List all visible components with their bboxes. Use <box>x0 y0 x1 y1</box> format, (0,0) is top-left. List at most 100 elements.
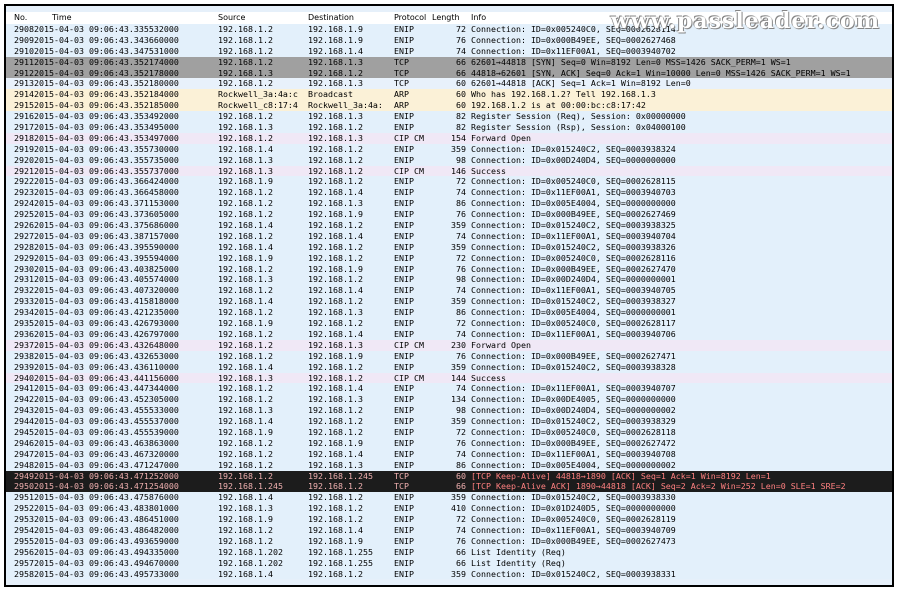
packet-row[interactable]: 2911 2015-04-03 09:06:43.352174000 192.168… <box>6 56 892 68</box>
packet-time: 2015-04-03 09:06:43.467320000 <box>34 448 179 459</box>
packet-info: Connection: ID=0x11EF00A1, SEQ=000394070… <box>471 285 676 296</box>
packet-row[interactable]: 2939 2015-04-03 09:06:43.436110000 192.168… <box>6 361 892 373</box>
packet-source: 192.168.1.3 <box>218 274 273 285</box>
packet-row[interactable]: 2947 2015-04-03 09:06:43.467320000 192.168… <box>6 448 892 460</box>
packet-time: 2015-04-03 09:06:43.486482000 <box>34 524 179 535</box>
packet-row[interactable]: 2935 2015-04-03 09:06:43.426793000 192.168… <box>6 318 892 329</box>
packet-row[interactable]: 2927 2015-04-03 09:06:43.387157000 192.168… <box>6 230 892 242</box>
packet-time: 2015-04-03 09:06:43.347531000 <box>34 45 179 56</box>
packet-destination: 192.168.1.255 <box>308 557 373 568</box>
packet-row[interactable]: 2932 2015-04-03 09:06:43.407320000 192.168… <box>6 285 892 297</box>
packet-no: 2913 <box>14 78 34 89</box>
packet-row[interactable]: 2913 2015-04-03 09:06:43.352180000 192.168… <box>6 78 892 90</box>
packet-row[interactable]: 2946 2015-04-03 09:06:43.463863000 192.168… <box>6 437 892 449</box>
packet-protocol: ENIP <box>394 24 414 34</box>
packet-row[interactable]: 2940 2015-04-03 09:06:43.441156000 192.168… <box>6 372 892 384</box>
column-time[interactable]: Time <box>52 13 72 22</box>
packet-row[interactable]: 2936 2015-04-03 09:06:43.426797000 192.168… <box>6 328 892 340</box>
packet-protocol: ENIP <box>394 437 414 448</box>
packet-row[interactable]: 2909 2015-04-03 09:06:43.343660000 192.168… <box>6 34 892 46</box>
packet-length: 86 <box>456 459 466 470</box>
packet-row[interactable]: 2943 2015-04-03 09:06:43.455533000 192.168… <box>6 405 892 417</box>
packet-row[interactable]: 2952 2015-04-03 09:06:43.483801000 192.168… <box>6 503 892 515</box>
packet-row[interactable]: 2951 2015-04-03 09:06:43.475876000 192.168… <box>6 492 892 504</box>
packet-no: 2908 <box>14 24 34 34</box>
packet-length: 146 <box>451 165 466 176</box>
packet-row[interactable]: 2925 2015-04-03 09:06:43.373605000 192.168… <box>6 209 892 221</box>
packet-destination: 192.168.1.2 <box>308 514 363 525</box>
packet-length: 359 <box>451 143 466 154</box>
packet-source: 192.168.1.202 <box>218 546 283 557</box>
packet-protocol: ENIP <box>394 459 414 470</box>
packet-row[interactable]: 2923 2015-04-03 09:06:43.366458000 192.168… <box>6 187 892 199</box>
packet-info: Connection: ID=0x11EF00A1, SEQ=000394070… <box>471 448 676 459</box>
packet-protocol: ENIP <box>394 394 414 405</box>
packet-row[interactable]: 2914 2015-04-03 09:06:43.352184000 Rockwel… <box>6 89 892 101</box>
packet-time: 2015-04-03 09:06:43.452305000 <box>34 394 179 405</box>
packet-row[interactable]: 2921 2015-04-03 09:06:43.355737000 192.168… <box>6 165 892 177</box>
packet-row[interactable]: 2941 2015-04-03 09:06:43.447344000 192.168… <box>6 383 892 395</box>
packet-row[interactable]: 2954 2015-04-03 09:06:43.486482000 192.168… <box>6 524 892 536</box>
column-source[interactable]: Source <box>218 13 245 22</box>
packet-source: 192.168.1.202 <box>218 557 283 568</box>
packet-destination: 192.168.1.9 <box>308 24 363 34</box>
packet-protocol: TCP <box>394 470 409 481</box>
packet-no: 2928 <box>14 241 34 252</box>
packet-no: 2912 <box>14 67 34 78</box>
packet-protocol: ENIP <box>394 350 414 361</box>
packet-row[interactable]: 2915 2015-04-03 09:06:43.352185000 Rockwel… <box>6 100 892 112</box>
packet-row[interactable]: 2933 2015-04-03 09:06:43.415818000 192.168… <box>6 296 892 308</box>
packet-row[interactable]: 2910 2015-04-03 09:06:43.347531000 192.168… <box>6 45 892 57</box>
packet-info: Forward Open <box>471 132 531 143</box>
packet-row[interactable]: 2938 2015-04-03 09:06:43.432653000 192.168… <box>6 350 892 362</box>
packet-row[interactable]: 2926 2015-04-03 09:06:43.375686000 192.168… <box>6 220 892 231</box>
packet-row[interactable]: 2912 2015-04-03 09:06:43.352178000 192.168… <box>6 67 892 79</box>
packet-time: 2015-04-03 09:06:43.405574000 <box>34 274 179 285</box>
packet-time: 2015-04-03 09:06:43.494670000 <box>34 557 179 568</box>
packet-info: 44818→62601 [SYN, ACK] Seq=0 Ack=1 Win=1… <box>471 67 851 78</box>
column-protocol[interactable]: Protocol <box>394 13 426 22</box>
packet-source: 192.168.1.4 <box>218 361 273 372</box>
packet-no: 2950 <box>14 481 34 492</box>
column-no[interactable]: No. <box>14 13 27 22</box>
packet-protocol: ENIP <box>394 524 414 535</box>
packet-source: 192.168.1.2 <box>218 524 273 535</box>
packet-row[interactable]: 2922 2015-04-03 09:06:43.366424000 192.168… <box>6 176 892 188</box>
column-destination[interactable]: Destination <box>308 13 354 22</box>
packet-row[interactable]: 2917 2015-04-03 09:06:43.353495000 192.168… <box>6 122 892 133</box>
packet-row[interactable]: 2919 2015-04-03 09:06:43.355730000 192.168… <box>6 143 892 155</box>
packet-row[interactable]: 2957 2015-04-03 09:06:43.494670000 192.168… <box>6 557 892 569</box>
packet-row[interactable]: 2924 2015-04-03 09:06:43.371153000 192.168… <box>6 198 892 210</box>
packet-protocol: ENIP <box>394 383 414 394</box>
packet-row[interactable]: 2934 2015-04-03 09:06:43.421235000 192.168… <box>6 307 892 319</box>
column-length[interactable]: Length <box>432 13 460 22</box>
packet-row[interactable]: 2942 2015-04-03 09:06:43.452305000 192.168… <box>6 394 892 406</box>
packet-row[interactable]: 2953 2015-04-03 09:06:43.486451000 192.168… <box>6 514 892 525</box>
packet-time: 2015-04-03 09:06:43.387157000 <box>34 230 179 241</box>
packet-protocol: ENIP <box>394 307 414 318</box>
packet-row[interactable]: 2928 2015-04-03 09:06:43.395590000 192.168… <box>6 241 892 253</box>
packet-protocol: TCP <box>394 56 409 67</box>
packet-row[interactable]: 2918 2015-04-03 09:06:43.353497000 192.168… <box>6 132 892 144</box>
packet-no: 2930 <box>14 263 34 274</box>
packet-row[interactable]: 2945 2015-04-03 09:06:43.455539000 192.168… <box>6 426 892 438</box>
packet-row[interactable]: 2944 2015-04-03 09:06:43.455537000 192.168… <box>6 416 892 427</box>
packet-row[interactable]: 2949 2015-04-03 09:06:43.471252000 192.168… <box>6 470 892 482</box>
packet-destination: 192.168.1.3 <box>308 394 363 405</box>
packet-row[interactable]: 2937 2015-04-03 09:06:43.432648000 192.168… <box>6 339 892 351</box>
packet-source: Rockwell_3a:4a:c <box>218 89 298 100</box>
packet-row[interactable]: 2931 2015-04-03 09:06:43.405574000 192.168… <box>6 274 892 286</box>
packet-time: 2015-04-03 09:06:43.355737000 <box>34 165 179 176</box>
packet-row[interactable]: 2916 2015-04-03 09:06:43.353492000 192.168… <box>6 111 892 123</box>
packet-info: Connection: ID=0x000B49EE, SEQ=000262746… <box>471 34 676 45</box>
packet-row[interactable]: 2948 2015-04-03 09:06:43.471247000 192.168… <box>6 459 892 471</box>
packet-row[interactable]: 2920 2015-04-03 09:06:43.355735000 192.168… <box>6 154 892 166</box>
packet-row[interactable]: 2930 2015-04-03 09:06:43.403825000 192.168… <box>6 263 892 275</box>
packet-row[interactable]: 2955 2015-04-03 09:06:43.493659000 192.168… <box>6 535 892 547</box>
column-info[interactable]: Info <box>471 13 486 22</box>
packet-row[interactable]: 2956 2015-04-03 09:06:43.494335000 192.168… <box>6 546 892 558</box>
packet-row[interactable]: 2958 2015-04-03 09:06:43.495733000 192.168… <box>6 568 892 580</box>
packet-protocol: ENIP <box>394 263 414 274</box>
packet-row[interactable]: 2950 2015-04-03 09:06:43.471254000 192.168… <box>6 481 892 493</box>
packet-row[interactable]: 2929 2015-04-03 09:06:43.395594000 192.168… <box>6 252 892 264</box>
